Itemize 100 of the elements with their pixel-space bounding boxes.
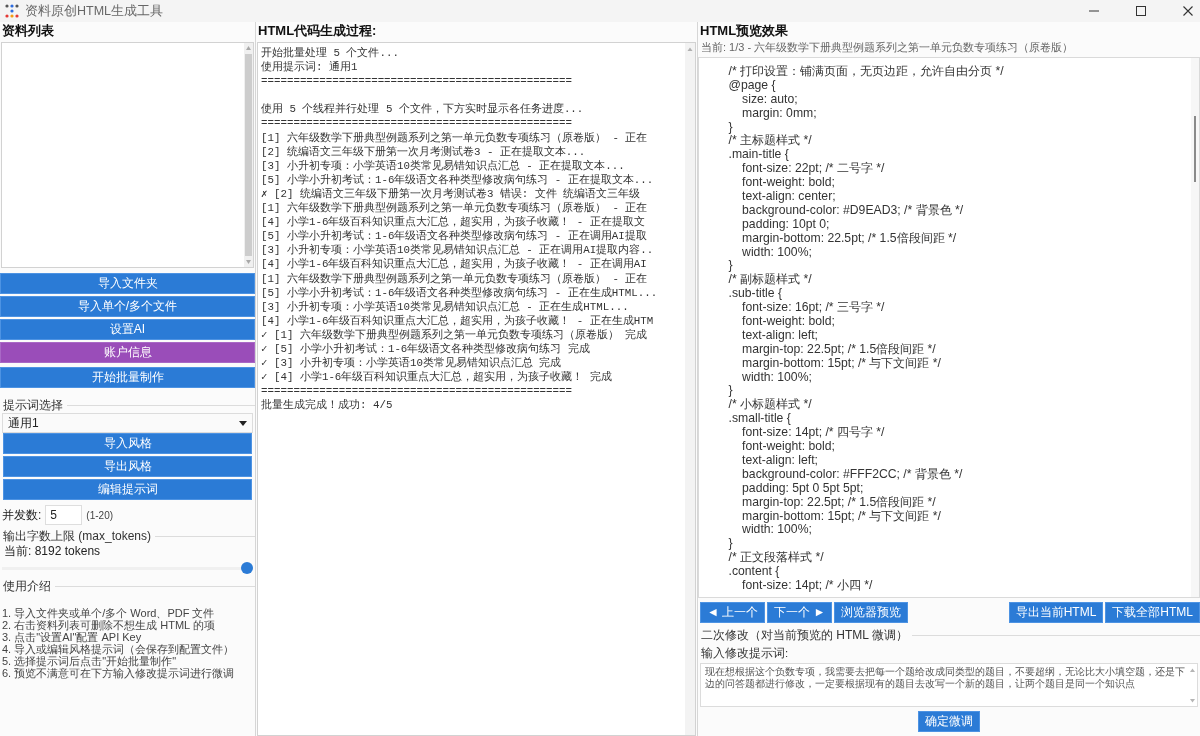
- code-line: }: [727, 120, 734, 135]
- field-label: 输入修改提示词:: [700, 647, 790, 660]
- edit-prompt-button[interactable]: 编辑提示词: [3, 479, 252, 500]
- usage-step: 3. 点击"设置AI"配置 API Key: [2, 631, 255, 643]
- code-line: text-align: center;: [741, 190, 837, 204]
- log-line: 使用提示词: 通用1: [261, 60, 359, 75]
- next-button[interactable]: 下一个 ►: [767, 602, 833, 623]
- code-line: .sub-title {: [727, 287, 784, 302]
- code-line: font-size: 14pt; /* 小四 */: [741, 578, 874, 593]
- import-files-button[interactable]: 导入单个/多个文件: [0, 296, 255, 317]
- group-label: 使用介绍: [3, 578, 51, 595]
- log-line: ✓ [1] 六年级数学下册典型例题系列之第一单元负数专项练习（原卷版） 完成: [261, 327, 649, 342]
- close-icon[interactable]: [1183, 6, 1193, 16]
- confirm-button[interactable]: 确定微调: [918, 711, 980, 732]
- token-count-text: 当前: 8192 tokens: [3, 545, 102, 558]
- export-html-button[interactable]: 导出当前HTML: [1008, 602, 1104, 623]
- log-line: [1] 六年级数学下册典型例题系列之第一单元负数专项练习（原卷版） - 正在: [261, 130, 649, 145]
- prompt-field[interactable]: 现在想根据这个负数专项，我需要去把每一个题给改成同类型的题目，不要超纲，无论比大小填空题，还是下边的问答题都进行修改，一定要根据现有的题目去改写一个新的题目，让两个题目是同一个知识点: [700, 663, 1198, 707]
- usage-step: 6. 预览不满意可在下方输入修改提示词进行微调: [2, 667, 255, 679]
- prompt-select[interactable]: 通用1: [2, 413, 253, 433]
- code-line: width: 100%;: [741, 245, 812, 260]
- code-line: /* 主标题样式 */: [727, 134, 813, 149]
- scrollbar[interactable]: [685, 43, 695, 735]
- log-line: [5] 小学小升初考试：1-6年级语文各种类型修改病句练习 - 正在提取文本...: [261, 172, 655, 187]
- log-line: ✓ [4] 小学1-6年级百科知识重点大汇总，超实用，为孩子收藏！ 完成: [261, 370, 613, 385]
- previous-button[interactable]: ◄ 上一个: [700, 602, 766, 623]
- code-line: }: [727, 384, 734, 399]
- code-line: .main-title {: [727, 148, 790, 163]
- group-label: 输出字数上限 (max_tokens): [3, 528, 152, 545]
- code-line: width: 100%;: [741, 523, 812, 538]
- log-line: ================================================: [261, 384, 573, 399]
- caret-icon[interactable]: [239, 420, 247, 426]
- code-line: /* 打印设置：铺满页面，无页边距，允许自由分页 */: [727, 65, 1005, 79]
- log-line: ================================================: [261, 74, 573, 89]
- log-line: 开始批量处理 5 个文件...: [261, 46, 400, 61]
- group-label: 提示词选择: [3, 397, 63, 414]
- log-line: [3] 小升初专项：小学英语10类常见易错知识点汇总 - 正在调用AI提取内容..: [261, 243, 655, 258]
- log-line: [5] 小学小升初考试：1-6年级语文各种类型修改病句练习 - 正在调用AI提取: [261, 229, 648, 244]
- code-line: font-weight: bold;: [741, 176, 836, 190]
- browser-preview-button[interactable]: 浏览器预览: [834, 602, 909, 623]
- download-all-button[interactable]: 下载全部HTML: [1105, 602, 1200, 623]
- panel-title: HTML代码生成过程:: [257, 22, 378, 40]
- panel-title: HTML预览效果: [699, 22, 790, 40]
- code-line: font-weight: bold;: [741, 440, 836, 454]
- code-line: text-align: left;: [741, 453, 819, 468]
- import-folder-button[interactable]: 导入文件夹: [0, 273, 255, 294]
- code-line: margin-bottom: 15pt; /* 与下文间距 */: [741, 509, 942, 524]
- code-line: padding: 10pt 0;: [741, 217, 830, 232]
- code-line: font-size: 16pt; /* 三号字 */: [741, 301, 886, 316]
- log-line: [4] 小学1-6年级百科知识重点大汇总，超实用，为孩子收藏！ - 正在生成HTM: [261, 313, 655, 328]
- code-line: text-align: left;: [741, 328, 819, 343]
- log-line: [3] 小升初专项：小学英语10类常见易错知识点汇总 - 正在生成HTML...: [261, 299, 630, 314]
- log-line: [2] 统编语文三年级下册第一次月考测试卷3 - 正在提取文本...: [261, 144, 587, 159]
- export-style-button[interactable]: 导出风格: [3, 456, 252, 477]
- scrollbar[interactable]: [1191, 58, 1199, 597]
- code-line: font-size: 22pt; /* 二号字 */: [741, 162, 886, 177]
- scrollbar[interactable]: [244, 43, 253, 267]
- log-line: 使用 5 个线程并行处理 5 个文件，下方实时显示各任务进度...: [261, 102, 585, 117]
- slider-thumb[interactable]: [241, 562, 253, 574]
- code-line: }: [727, 537, 734, 552]
- window-title: 资料原创HTML生成工具: [25, 2, 164, 20]
- code-line: .small-title {: [727, 412, 792, 427]
- log-line: ✓ [3] 小升初专项：小学英语10类常见易错知识点汇总 完成: [261, 356, 563, 371]
- code-line: .content {: [727, 565, 781, 579]
- ai-settings-button[interactable]: 设置AI: [0, 319, 255, 340]
- log-line: [1] 六年级数学下册典型例题系列之第一单元负数专项练习（原卷版） - 正在: [261, 271, 649, 286]
- log-line: ✓ [5] 小学小升初考试：1-6年级语文各种类型修改病句练习 完成: [261, 341, 591, 357]
- panel-title: 资料列表: [1, 22, 55, 40]
- code-line: background-color: #FFF2CC; /* 背景色 */: [741, 467, 964, 482]
- usage-step: 2. 右击资料列表可删除不想生成 HTML 的项: [2, 619, 255, 631]
- log-line: [5] 小学小升初考试：1-6年级语文各种类型修改病句练习 - 正在生成HTML...: [261, 285, 659, 300]
- code-line: font-size: 14pt; /* 四号字 */: [741, 426, 886, 441]
- start-batch-button[interactable]: 开始批量制作: [0, 367, 255, 388]
- maximize-icon[interactable]: [1136, 6, 1146, 16]
- code-line: /* 正文段落样式 */: [727, 551, 825, 566]
- code-line: font-weight: bold;: [741, 315, 836, 329]
- usage-step: 5. 选择提示词后点击"开始批量制作": [2, 655, 255, 667]
- code-line: margin-bottom: 22.5pt; /* 1.5倍段间距 */: [741, 231, 958, 246]
- code-line: background-color: #D9EAD3; /* 背景色 */: [741, 203, 965, 218]
- code-line: @page {: [727, 78, 777, 93]
- group-label: 二次修改（对当前预览的 HTML 微调）: [701, 627, 908, 644]
- account-info-button[interactable]: 账户信息: [0, 342, 255, 363]
- code-line: /* 小标题样式 */: [727, 398, 813, 413]
- log-line: 批量生成完成！成功: 4/5: [261, 398, 394, 413]
- code-line: size: auto;: [742, 92, 799, 107]
- code-line: margin: 0mm;: [741, 106, 818, 121]
- code-line: width: 100%;: [741, 370, 812, 385]
- current-file-text: 当前: 1/3 - 六年级数学下册典型例题系列之第一单元负数专项练习（原卷版）: [700, 40, 1075, 55]
- log-line: [4] 小学1-6年级百科知识重点大汇总，超实用，为孩子收藏！ - 正在调用AI: [261, 257, 648, 272]
- range-hint: (1-20): [86, 508, 114, 523]
- code-line: /* 副标题样式 */: [727, 273, 813, 288]
- code-line: margin-top: 22.5pt; /* 1.5倍段间距 */: [741, 342, 937, 357]
- log-line: [1] 六年级数学下册典型例题系列之第一单元负数专项练习（原卷版） - 正在: [261, 201, 649, 216]
- concurrency-field[interactable]: 5: [45, 505, 83, 525]
- concurrency-label: 并发数:: [2, 507, 42, 524]
- import-style-button[interactable]: 导入风格: [3, 433, 252, 454]
- code-line: margin-bottom: 15pt; /* 与下文间距 */: [741, 356, 942, 371]
- code-line: }: [727, 259, 734, 274]
- code-line: padding: 5pt 0 5pt 5pt;: [741, 481, 865, 496]
- app-icon: [5, 4, 19, 18]
